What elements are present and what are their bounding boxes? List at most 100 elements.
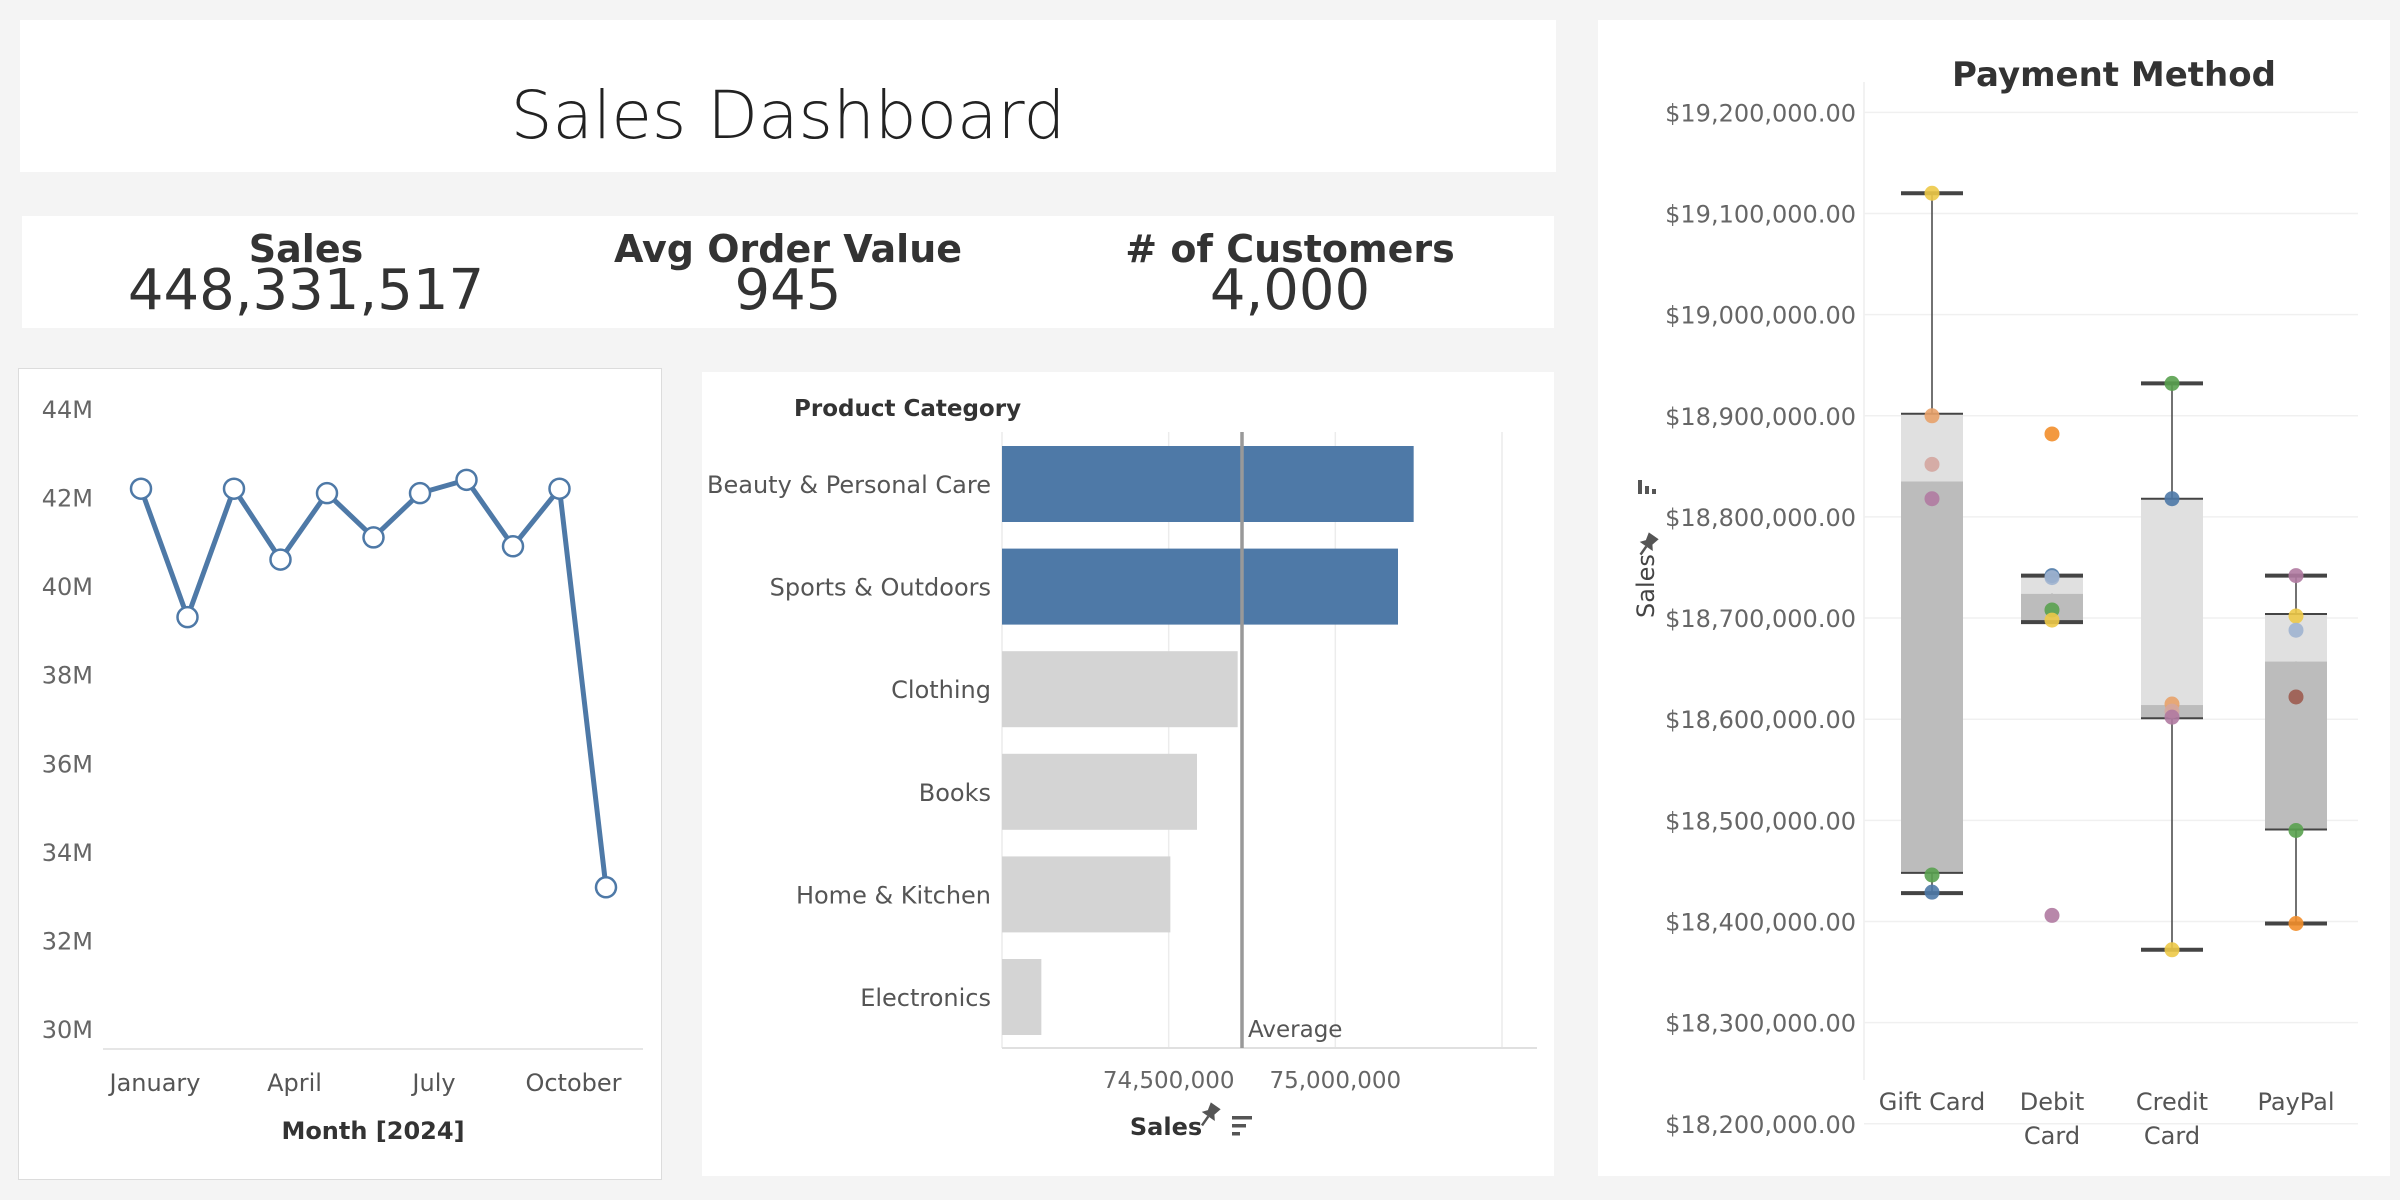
product-category-bar-chart[interactable]: Product Category Beauty & Personal Care Sp… (702, 372, 1554, 1176)
x-tick-label: July (410, 1069, 455, 1097)
box-lower[interactable] (1901, 481, 1963, 873)
line-chart-svg: 44M 42M 40M 38M 36M 34M 32M 30M January April July… (42, 396, 643, 1145)
kpi-value: 945 (734, 258, 842, 323)
box-upper[interactable] (2141, 498, 2203, 706)
y-tick-label: 34M (42, 839, 93, 867)
y-tick-label: $18,700,000.00 (1665, 605, 1856, 633)
data-point[interactable] (176, 605, 199, 629)
icon-bar (1638, 480, 1642, 494)
data-point[interactable] (408, 481, 432, 505)
data-point[interactable] (2288, 608, 2304, 624)
average-label: Average (1248, 1017, 1342, 1043)
category-label: Sports & Outdoors (770, 574, 991, 602)
data-point[interactable] (548, 477, 571, 500)
data-point[interactable] (2164, 491, 2180, 507)
y-tick-label: $18,600,000.00 (1665, 706, 1856, 734)
category-label: Credit (2136, 1088, 2208, 1116)
pin-needle (1200, 1115, 1210, 1127)
x-tick-label: 74,500,000 (1103, 1068, 1235, 1094)
data-point[interactable] (2288, 622, 2304, 638)
y-tick-label: 30M (42, 1016, 93, 1044)
pin-head (1201, 1102, 1221, 1122)
data-point[interactable] (2288, 822, 2304, 838)
x-tick-label: 75,000,000 (1269, 1068, 1401, 1094)
data-point[interactable] (1924, 884, 1940, 900)
y-axis-title: Sales (1632, 554, 1660, 618)
data-point[interactable] (2288, 689, 2304, 705)
y-tick-label: 32M (42, 927, 93, 955)
category-label: Card (2144, 1122, 2200, 1150)
data-point[interactable] (129, 477, 153, 500)
kpi-customers: # of Customers 4,000 (1080, 226, 1500, 323)
pin-head (1639, 532, 1659, 552)
kpi-value: 448,331,517 (127, 258, 485, 323)
sort-icon[interactable] (1232, 1116, 1252, 1136)
data-point[interactable] (455, 468, 478, 492)
monthly-sales-line-chart[interactable]: 44M 42M 40M 38M 36M 34M 32M 30M January April July… (18, 368, 662, 1180)
data-point[interactable] (269, 548, 292, 571)
bar[interactable] (1002, 856, 1171, 933)
sort-line (1232, 1116, 1252, 1120)
dashboard-title: Sales Dashboard (510, 77, 1066, 154)
box-lower[interactable] (2265, 661, 2327, 830)
y-tick-label: $18,500,000.00 (1665, 807, 1856, 835)
data-point[interactable] (2044, 612, 2060, 628)
y-tick-label: $18,300,000.00 (1665, 1010, 1856, 1038)
x-tick-label: April (267, 1069, 322, 1097)
sort-line (1232, 1124, 1246, 1128)
x-axis-title: Month [2024] (281, 1117, 464, 1145)
data-point[interactable] (1924, 867, 1940, 883)
data-point[interactable] (222, 477, 246, 500)
y-tick-label: 42M (42, 485, 93, 513)
kpi-value: 4,000 (1209, 258, 1371, 323)
bar[interactable] (1002, 753, 1197, 830)
data-point[interactable] (315, 481, 339, 505)
category-label: PayPal (2257, 1088, 2334, 1116)
data-point[interactable] (2288, 916, 2304, 932)
y-tick-label: 38M (42, 662, 93, 690)
data-point[interactable] (2164, 375, 2180, 391)
y-tick-label: $18,900,000.00 (1665, 403, 1856, 431)
data-point[interactable] (2164, 709, 2180, 725)
bar[interactable] (1002, 548, 1398, 625)
y-tick-label: $19,200,000.00 (1665, 99, 1856, 127)
payment-method-box-plot[interactable]: Payment Method $19,200,000.00 $19,100,000.… (1598, 20, 2390, 1176)
category-label: Debit (2020, 1088, 2085, 1116)
sort-line (1232, 1132, 1240, 1136)
x-tick-label: October (525, 1069, 621, 1097)
y-tick-label: $18,400,000.00 (1665, 908, 1856, 936)
data-point[interactable] (2044, 907, 2060, 923)
box-plot-svg: Payment Method $19,200,000.00 $19,100,000.… (1632, 55, 2358, 1150)
data-point[interactable] (362, 526, 385, 549)
data-point[interactable] (501, 535, 525, 558)
data-point[interactable] (594, 876, 618, 899)
data-point[interactable] (2044, 426, 2060, 442)
data-point[interactable] (1924, 185, 1940, 201)
category-header: Product Category (794, 396, 1021, 422)
bar[interactable] (1002, 651, 1238, 728)
y-tick-label: $19,000,000.00 (1665, 302, 1856, 330)
kpi-panel: Sales 448,331,517 Avg Order Value 945 # … (22, 216, 1554, 328)
kpi-sales: Sales 448,331,517 (96, 226, 516, 323)
data-point[interactable] (1924, 456, 1940, 472)
data-point[interactable] (2164, 942, 2180, 958)
bar-chart-icon[interactable] (1638, 480, 1656, 494)
x-tick-label: January (108, 1069, 201, 1097)
y-tick-label: 44M (42, 396, 93, 424)
data-point[interactable] (1924, 491, 1940, 507)
y-tick-label: $19,100,000.00 (1665, 200, 1856, 228)
category-label: Books (919, 779, 991, 807)
category-label: Home & Kitchen (796, 881, 991, 909)
bar[interactable] (1002, 446, 1414, 522)
icon-bar (1645, 486, 1649, 494)
data-point[interactable] (2288, 568, 2304, 584)
chart-title: Payment Method (1952, 55, 2276, 95)
pin-needle (1639, 545, 1648, 556)
data-point[interactable] (1924, 408, 1940, 424)
kpi-avg-order-value: Avg Order Value 945 (578, 226, 998, 323)
bar-chart-svg: Product Category Beauty & Personal Care Sp… (707, 396, 1537, 1141)
title-panel: Sales Dashboard (20, 20, 1556, 172)
bar[interactable] (1002, 959, 1042, 1035)
data-point[interactable] (2044, 570, 2060, 586)
x-axis-title: Sales (1130, 1113, 1202, 1141)
